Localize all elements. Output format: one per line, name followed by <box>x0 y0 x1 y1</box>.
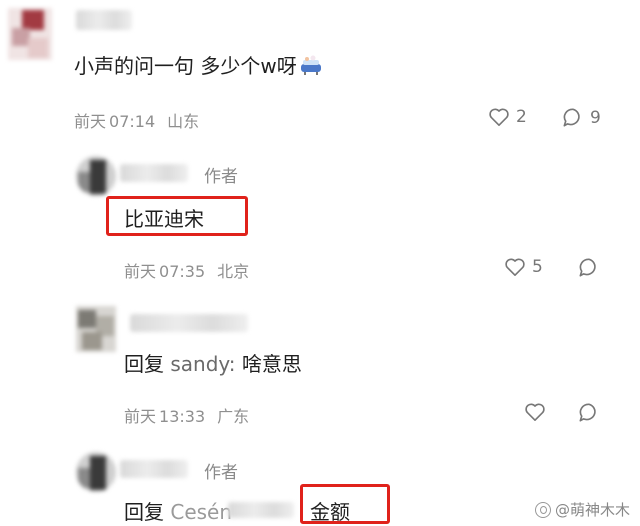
comment-date: 前天 <box>74 112 107 131</box>
comment-bubble-icon <box>563 108 580 127</box>
highlight-box <box>300 484 390 524</box>
watermark-logo-icon <box>534 501 551 518</box>
author-tag: 作者 <box>204 167 238 187</box>
like-button[interactable] <box>524 402 546 422</box>
comment-bubble-icon <box>579 403 596 422</box>
watermark: @萌神木木 <box>534 499 630 520</box>
bathtub-emoji-icon <box>299 54 323 81</box>
comment-meta: 前天 07:14 山东 <box>74 108 207 132</box>
highlight-box <box>106 196 248 236</box>
reply-count: 9 <box>590 107 601 128</box>
comment-location: 山东 <box>167 112 200 131</box>
username-blurred[interactable] <box>130 314 248 332</box>
heart-icon <box>489 108 509 126</box>
avatar[interactable] <box>8 8 52 60</box>
reply-button[interactable] <box>578 257 600 278</box>
reply-to-username[interactable]: sandy: <box>170 352 235 376</box>
comment-date: 前天 <box>124 407 157 426</box>
username-blurred[interactable] <box>120 460 188 478</box>
avatar[interactable] <box>76 306 116 352</box>
comment-meta: 前天 07:35 北京 <box>124 258 257 282</box>
comment-text: 小声的问一句 多少个w呀 <box>74 50 323 81</box>
heart-icon <box>525 403 545 421</box>
watermark-text: @萌神木木 <box>554 501 630 519</box>
reply-button[interactable]: 9 <box>562 107 601 128</box>
like-count: 5 <box>532 257 543 277</box>
username-blurred[interactable] <box>120 164 188 182</box>
username-blurred <box>228 502 294 518</box>
comment-date: 前天 <box>124 262 157 281</box>
comment-time: 07:35 <box>159 262 206 281</box>
reply-button[interactable] <box>578 402 600 423</box>
comment-body: 啥意思 <box>241 352 302 376</box>
comment-meta: 前天 13:33 广东 <box>124 403 257 427</box>
reply-prefix: 回复 <box>124 352 164 376</box>
like-button[interactable]: 5 <box>504 257 543 277</box>
like-button[interactable]: 2 <box>488 107 527 127</box>
author-tag: 作者 <box>204 463 238 483</box>
reply-to-username[interactable]: Cesén <box>170 500 232 524</box>
comment-text: 回复 Cesén <box>124 496 232 525</box>
comment-time: 07:14 <box>109 112 156 131</box>
reply-prefix: 回复 <box>124 500 164 524</box>
heart-icon <box>505 258 525 276</box>
comment-bubble-icon <box>579 258 596 277</box>
avatar[interactable] <box>76 452 116 492</box>
comment-location: 广东 <box>217 407 250 426</box>
comment-location: 北京 <box>217 262 250 281</box>
comment-time: 13:33 <box>159 407 206 426</box>
username-blurred[interactable] <box>76 10 132 30</box>
comment-text: 回复 sandy: 啥意思 <box>124 348 302 377</box>
like-count: 2 <box>516 107 527 127</box>
avatar[interactable] <box>76 156 116 196</box>
